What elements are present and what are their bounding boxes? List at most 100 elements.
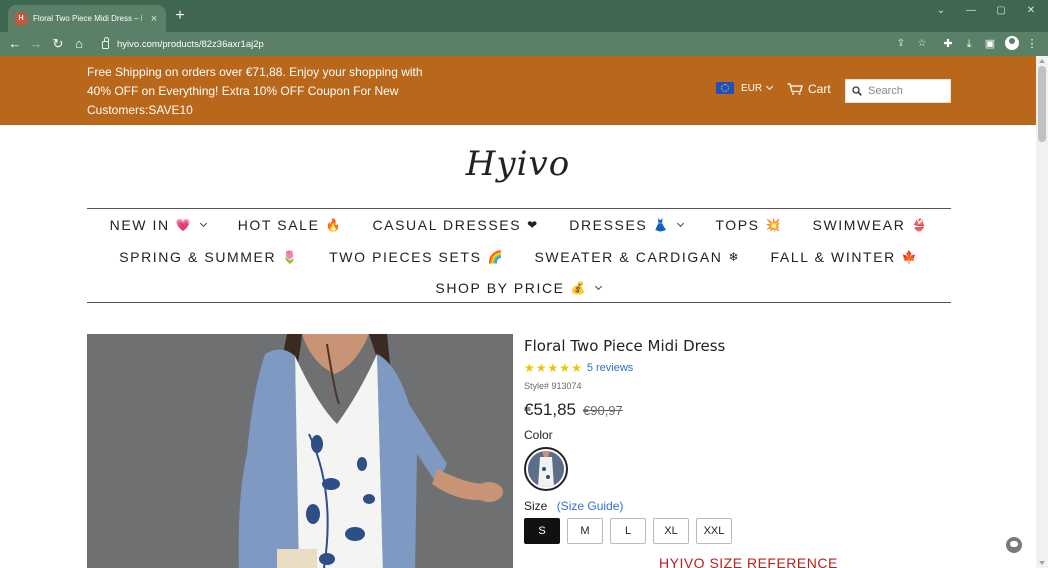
home-icon[interactable]: ⌂ bbox=[71, 36, 87, 52]
cart-icon bbox=[787, 83, 803, 95]
nav-label: TOPS bbox=[715, 217, 760, 233]
size-label-row: Size (Size Guide) bbox=[524, 499, 623, 513]
forward-icon[interactable]: → bbox=[28, 36, 44, 52]
price-block: €51,85 €90,97 bbox=[524, 400, 623, 420]
bookmark-star-icon[interactable]: ☆ bbox=[915, 37, 929, 51]
maximize-icon[interactable]: ▢ bbox=[994, 4, 1008, 18]
size-option-xxl[interactable]: XXL bbox=[696, 518, 732, 544]
scroll-down-icon[interactable] bbox=[1039, 561, 1045, 565]
site-logo[interactable]: Hyivo bbox=[0, 144, 1036, 184]
nav-label: FALL & WINTER bbox=[770, 249, 896, 265]
download-icon[interactable]: ⤓ bbox=[961, 36, 977, 52]
nav-item-tops[interactable]: TOPS 💥 bbox=[699, 217, 796, 233]
swatch-thumbnail-image bbox=[528, 451, 564, 487]
heart-emoji-icon: 💗 bbox=[175, 218, 191, 232]
reviews-link[interactable]: 5 reviews bbox=[587, 362, 633, 374]
search-box[interactable] bbox=[845, 79, 951, 103]
nav-item-spring-summer[interactable]: SPRING & SUMMER 🌷 bbox=[103, 249, 313, 265]
page-scrollbar[interactable] bbox=[1036, 56, 1048, 568]
currency-selector[interactable]: EUR bbox=[716, 82, 774, 94]
star-icon: ★ bbox=[535, 361, 547, 375]
extensions-icon[interactable]: ✚ bbox=[940, 36, 956, 52]
scroll-up-icon[interactable] bbox=[1039, 59, 1045, 63]
site-favicon-icon: H bbox=[15, 12, 27, 25]
minimize-icon[interactable]: — bbox=[964, 4, 978, 18]
product-rating[interactable]: ★ ★ ★ ★ ★ 5 reviews bbox=[524, 361, 633, 375]
close-window-icon[interactable]: ✕ bbox=[1024, 4, 1038, 18]
star-icon: ★ bbox=[559, 361, 571, 375]
nav-item-dresses[interactable]: DRESSES 👗 bbox=[553, 217, 699, 233]
nav-item-sweater-cardigan[interactable]: SWEATER & CARDIGAN ❄ bbox=[518, 249, 754, 265]
search-input[interactable] bbox=[868, 85, 948, 97]
nav-item-new-in[interactable]: NEW IN 💗 bbox=[94, 217, 222, 233]
tab-title: Floral Two Piece Midi Dress – Hyivo bbox=[33, 14, 142, 23]
share-icon[interactable]: ⇪ bbox=[894, 37, 908, 51]
dress-emoji-icon: 👗 bbox=[653, 218, 669, 232]
tulip-emoji-icon: 🌷 bbox=[282, 250, 298, 264]
search-icon[interactable] bbox=[852, 86, 862, 96]
address-bar[interactable]: hyivo.com/products/82z36axr1aj2p ⇪ ☆ bbox=[94, 34, 937, 54]
nav-bottom-rule bbox=[87, 302, 951, 303]
profile-avatar-icon[interactable] bbox=[1005, 36, 1019, 50]
chat-widget-icon[interactable] bbox=[1006, 537, 1022, 553]
url-text[interactable]: hyivo.com/products/82z36axr1aj2p bbox=[117, 39, 264, 50]
nav-label: CASUAL DRESSES bbox=[372, 217, 522, 233]
product-image[interactable] bbox=[87, 334, 513, 568]
back-icon[interactable]: ← bbox=[7, 36, 23, 52]
size-label: Size bbox=[524, 499, 548, 513]
star-icon: ★ bbox=[547, 361, 559, 375]
promo-text: Free Shipping on orders over €71,88. Enj… bbox=[87, 65, 423, 117]
size-option-m[interactable]: M bbox=[567, 518, 603, 544]
star-icon: ★ bbox=[524, 361, 535, 375]
collision-emoji-icon: 💥 bbox=[765, 218, 781, 232]
chevron-down-icon bbox=[766, 82, 774, 90]
tab-search-icon[interactable]: ⌄ bbox=[934, 4, 948, 18]
scrollbar-thumb[interactable] bbox=[1038, 66, 1046, 142]
heart-icon: ❤ bbox=[527, 218, 538, 232]
browser-tab[interactable]: H Floral Two Piece Midi Dress – Hyivo × bbox=[8, 5, 166, 32]
size-reference-heading: HYIVO SIZE REFERENCE bbox=[659, 555, 838, 568]
original-price: €90,97 bbox=[583, 403, 623, 418]
product-photo-illustration bbox=[87, 334, 513, 568]
browser-menu-icon[interactable]: ⋮ bbox=[1024, 36, 1040, 52]
size-guide-link[interactable]: (Size Guide) bbox=[557, 499, 624, 513]
nav-item-swimwear[interactable]: SWIMWEAR 👙 bbox=[797, 217, 943, 233]
cart-label: Cart bbox=[808, 82, 831, 96]
eu-flag-icon bbox=[716, 82, 734, 94]
nav-label: SWEATER & CARDIGAN bbox=[534, 249, 723, 265]
nav-item-shop-by-price[interactable]: SHOP BY PRICE 💰 bbox=[419, 280, 616, 296]
nav-item-hot-sale[interactable]: HOT SALE 🔥 bbox=[222, 217, 357, 233]
size-option-l[interactable]: L bbox=[610, 518, 646, 544]
cart-link[interactable]: Cart bbox=[787, 82, 831, 96]
size-option-xl[interactable]: XL bbox=[653, 518, 689, 544]
nav-label: NEW IN bbox=[109, 217, 170, 233]
nav-item-casual-dresses[interactable]: CASUAL DRESSES ❤ bbox=[356, 217, 553, 233]
size-options: S M L XL XXL bbox=[524, 518, 732, 544]
nav-label: SHOP BY PRICE bbox=[435, 280, 565, 296]
reload-icon[interactable]: ↻ bbox=[50, 36, 66, 52]
main-nav-row-1: NEW IN 💗 HOT SALE 🔥 CASUAL DRESSES ❤ DRE… bbox=[0, 217, 1036, 233]
chevron-down-icon bbox=[677, 219, 685, 227]
side-panel-icon[interactable]: ▣ bbox=[982, 36, 998, 52]
star-icon: ★ bbox=[571, 361, 582, 375]
fire-emoji-icon: 🔥 bbox=[325, 218, 341, 232]
color-swatch[interactable] bbox=[524, 447, 568, 491]
currency-label: EUR bbox=[741, 82, 763, 94]
chevron-down-icon bbox=[594, 282, 602, 290]
promo-banner: Free Shipping on orders over €71,88. Enj… bbox=[0, 56, 1036, 125]
size-option-s[interactable]: S bbox=[524, 518, 560, 544]
tab-close-icon[interactable]: × bbox=[148, 13, 160, 25]
product-title: Floral Two Piece Midi Dress bbox=[524, 337, 726, 355]
nav-item-two-pieces-sets[interactable]: TWO PIECES SETS 🌈 bbox=[313, 249, 518, 265]
bikini-emoji-icon: 👙 bbox=[911, 218, 927, 232]
nav-label: TWO PIECES SETS bbox=[329, 249, 482, 265]
new-tab-button[interactable]: + bbox=[172, 8, 188, 24]
browser-toolbar: ← → ↻ ⌂ hyivo.com/products/82z36axr1aj2p… bbox=[0, 32, 1048, 56]
color-label: Color bbox=[524, 428, 553, 442]
color-swatch-thumbnail bbox=[528, 451, 564, 487]
maple-leaf-emoji-icon: 🍁 bbox=[901, 250, 917, 264]
web-page: Free Shipping on orders over €71,88. Enj… bbox=[0, 56, 1036, 568]
nav-item-fall-winter[interactable]: FALL & WINTER 🍁 bbox=[755, 249, 933, 265]
lock-icon[interactable] bbox=[102, 37, 109, 49]
main-nav-row-2: SPRING & SUMMER 🌷 TWO PIECES SETS 🌈 SWEA… bbox=[0, 249, 1036, 265]
